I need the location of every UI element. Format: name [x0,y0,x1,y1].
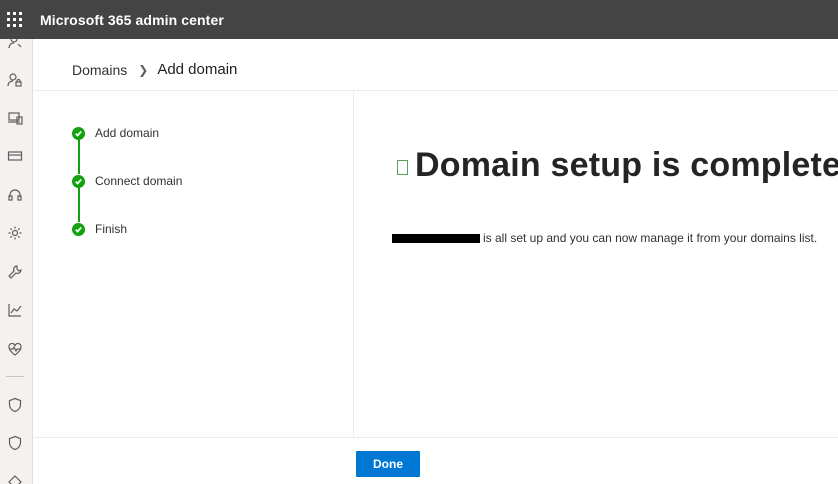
user-lock-icon[interactable] [6,71,24,89]
billing-card-icon[interactable] [6,147,24,165]
chevron-right-icon: ❯ [138,62,149,77]
step-label: Connect domain [95,174,183,188]
app-title: Microsoft 365 admin center [40,11,224,28]
step-connector [78,187,80,222]
page-title: Domain setup is complete [397,146,838,185]
app-launcher-button[interactable] [0,0,28,39]
user-partial-icon[interactable] [6,39,24,51]
health-heart-icon[interactable] [6,340,24,358]
completion-message-text: is all set up and you can now manage it … [483,231,818,245]
waffle-icon [6,12,22,27]
devices-icon[interactable] [6,109,24,127]
redacted-domain-name [392,233,480,243]
breadcrumb-domains-link[interactable]: Domains [72,62,127,78]
footer-divider [34,437,838,438]
step-add-domain: Add domain [72,126,159,140]
step-connector [78,139,80,174]
page-title-text: Domain setup is complete [415,146,838,184]
nav-separator [6,376,24,377]
breadcrumb: Domains ❯ Add domain [72,61,237,78]
step-label: Add domain [95,126,160,140]
wrench-setup-icon[interactable] [6,263,24,281]
settings-gear-icon[interactable] [6,224,24,242]
missing-glyph-icon [397,160,408,175]
panel-divider [353,91,354,437]
more-partial-icon[interactable] [6,473,24,484]
headset-support-icon[interactable] [6,186,24,204]
breadcrumb-current: Add domain [157,61,238,78]
top-bar: Microsoft 365 admin center [0,0,838,39]
completion-message: is all set up and you can now manage it … [392,231,817,245]
left-nav [0,39,33,484]
reports-chart-icon[interactable] [6,301,24,319]
step-label: Finish [95,222,128,236]
check-circle-icon [72,174,85,188]
done-button[interactable]: Done [356,451,420,477]
check-circle-icon [72,222,85,236]
shield-security-icon[interactable] [6,396,24,414]
shield-compliance-icon[interactable] [6,434,24,452]
step-connect-domain: Connect domain [72,174,182,188]
header-divider [34,90,838,91]
check-circle-icon [72,126,85,140]
step-finish: Finish [72,222,127,236]
